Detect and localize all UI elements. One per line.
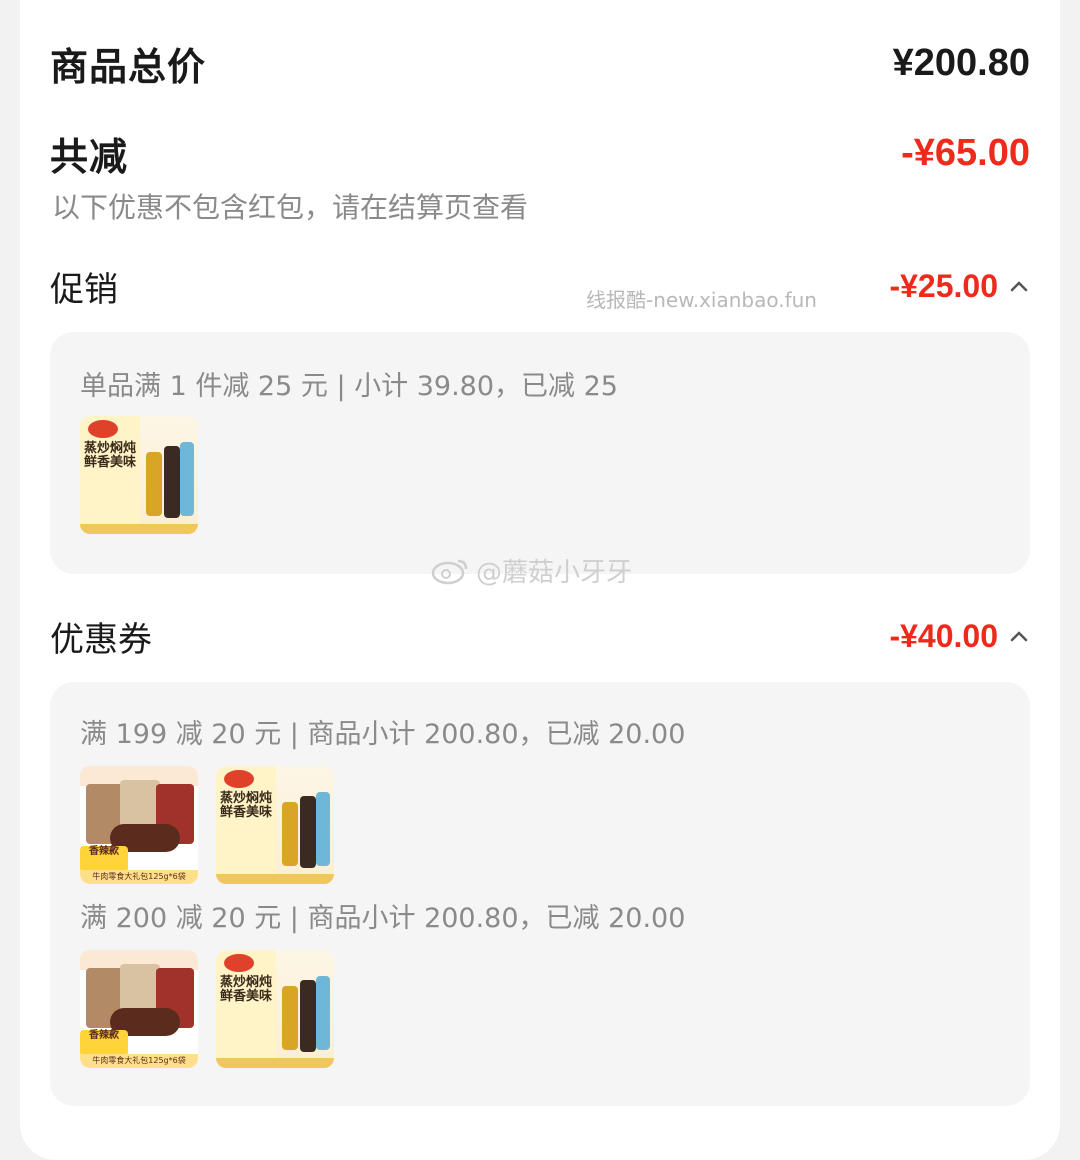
product-thumb-sauce[interactable]: 蒸炒焖炖 鲜香美味 bbox=[216, 766, 334, 884]
thumb-caption: 牛肉零食大礼包125g*6袋 bbox=[80, 870, 198, 884]
brand-logo-icon bbox=[224, 770, 254, 788]
site-watermark: 线报酷-new.xianbao.fun bbox=[586, 288, 817, 312]
coupon-title: 优惠券 bbox=[50, 620, 152, 660]
product-thumb-beef[interactable]: 香辣款 牛肉零食大礼包125g*6袋 bbox=[80, 766, 198, 884]
promotion-amount: -¥25.00 bbox=[889, 268, 998, 304]
thumb-caption: 牛肉零食大礼包125g*6袋 bbox=[80, 1054, 198, 1068]
coupon-amount-toggle[interactable]: -¥40.00 bbox=[889, 618, 1030, 655]
coupon-panel: 满 199 减 20 元 | 商品小计 200.80，已减 20.00 香辣款 … bbox=[50, 682, 1030, 1106]
promotion-panel: 单品满 1 件减 25 元 | 小计 39.80，已减 25 蒸炒焖炖 鲜香美味 bbox=[50, 332, 1030, 574]
chevron-up-icon[interactable] bbox=[1008, 626, 1030, 648]
bottle-icon bbox=[164, 446, 180, 518]
bottle-icon bbox=[316, 976, 330, 1050]
promotion-title: 促销 bbox=[50, 270, 118, 310]
coupon-rule-text: 满 199 减 20 元 | 商品小计 200.80，已减 20.00 bbox=[80, 719, 686, 750]
bottle-icon bbox=[316, 792, 330, 866]
thumb-footer bbox=[216, 874, 334, 884]
reduce-value: -¥65.00 bbox=[901, 132, 1030, 174]
promotion-amount-toggle[interactable]: -¥25.00 bbox=[889, 268, 1030, 305]
thumb-caption: 蒸炒焖炖 鲜香美味 bbox=[220, 975, 273, 1004]
bottle-icon bbox=[282, 986, 298, 1050]
total-label: 商品总价 bbox=[50, 45, 207, 89]
brand-logo-icon bbox=[224, 954, 254, 972]
flavor-tag: 香辣款 bbox=[80, 1030, 128, 1056]
product-thumb-beef[interactable]: 香辣款 牛肉零食大礼包125g*6袋 bbox=[80, 950, 198, 1068]
coupon-amount: -¥40.00 bbox=[889, 618, 998, 654]
thumb-footer bbox=[216, 1058, 334, 1068]
total-value: ¥200.80 bbox=[892, 42, 1030, 84]
total-row: 商品总价 ¥200.80 bbox=[50, 36, 1030, 91]
promotion-rule-text: 单品满 1 件减 25 元 | 小计 39.80，已减 25 bbox=[80, 371, 618, 402]
bottle-icon bbox=[146, 452, 162, 516]
product-thumb-sauce[interactable]: 蒸炒焖炖 鲜香美味 bbox=[216, 950, 334, 1068]
flavor-tag: 香辣款 bbox=[80, 846, 128, 872]
weibo-watermark-text: @蘑菇小牙牙 bbox=[476, 558, 633, 588]
discount-note: 以下优惠不包含红包，请在结算页查看 bbox=[52, 191, 529, 224]
thumb-caption: 蒸炒焖炖 鲜香美味 bbox=[84, 441, 137, 470]
bottle-icon bbox=[300, 980, 316, 1052]
thumb-caption: 蒸炒焖炖 鲜香美味 bbox=[220, 791, 273, 820]
reduce-label: 共减 bbox=[50, 135, 129, 179]
coupon-header[interactable]: 优惠券 -¥40.00 bbox=[50, 612, 1030, 661]
coupon-rule-text: 满 200 减 20 元 | 商品小计 200.80，已减 20.00 bbox=[80, 903, 686, 934]
product-thumb-sauce[interactable]: 蒸炒焖炖 鲜香美味 bbox=[80, 416, 198, 534]
bottle-icon bbox=[300, 796, 316, 868]
weibo-watermark: @蘑菇小牙牙 bbox=[430, 552, 632, 589]
chevron-up-icon[interactable] bbox=[1008, 276, 1030, 298]
thumb-footer bbox=[80, 524, 198, 534]
weibo-logo-icon bbox=[431, 559, 468, 584]
reduce-row: 共减 -¥65.00 bbox=[50, 126, 1030, 181]
bottle-icon bbox=[282, 802, 298, 866]
brand-logo-icon bbox=[88, 420, 118, 438]
bottle-icon bbox=[180, 442, 194, 516]
promotion-header[interactable]: 促销 -¥25.00 bbox=[50, 262, 1030, 311]
